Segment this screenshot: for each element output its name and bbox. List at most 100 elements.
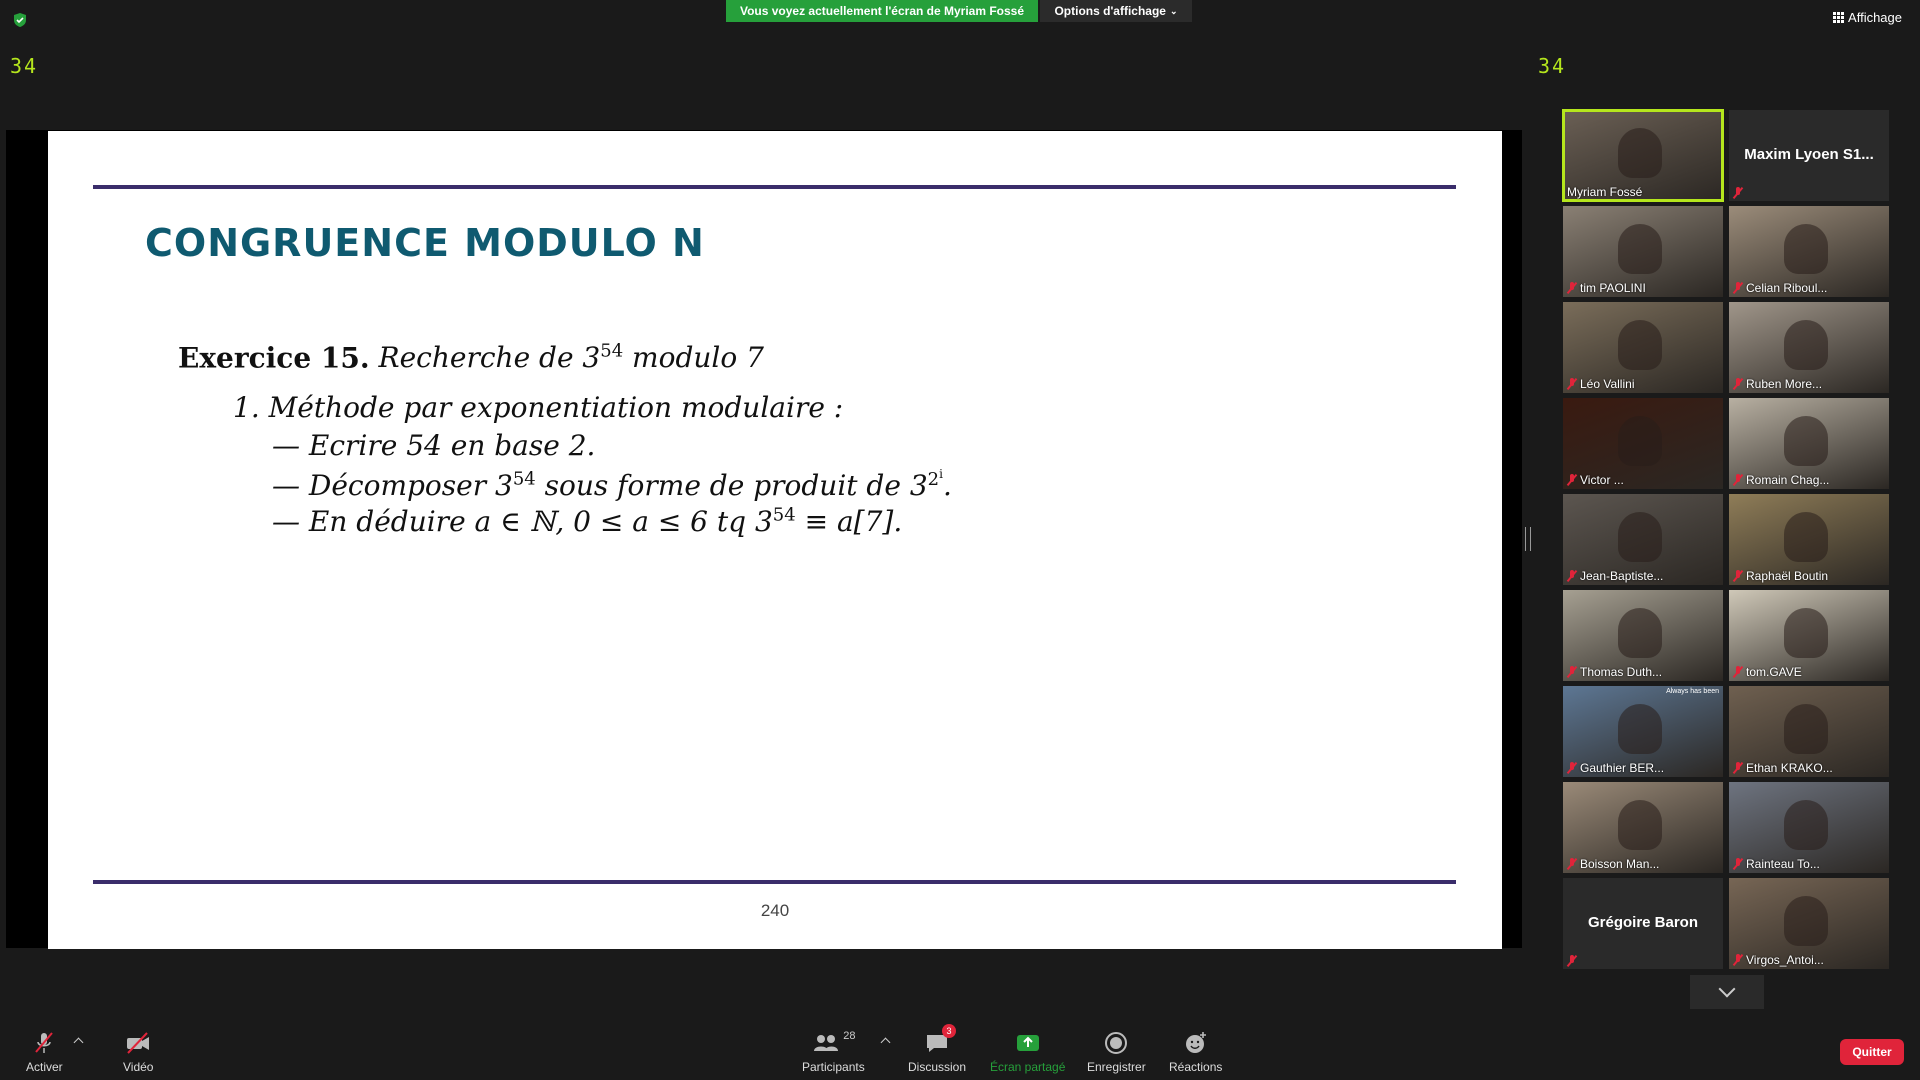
participant-tile[interactable]: Thomas Duth...: [1563, 590, 1723, 681]
panel-resize-handle[interactable]: [1525, 527, 1531, 551]
participant-name: Gauthier BER...: [1567, 761, 1664, 775]
mic-muted-icon: [1733, 378, 1743, 390]
participants-label: Participants: [802, 1060, 865, 1074]
audio-options-caret[interactable]: [73, 1037, 84, 1048]
grid-icon: [1833, 12, 1845, 23]
participant-video-feed: [1784, 224, 1828, 274]
participant-video-feed: [1784, 512, 1828, 562]
emoji-add-icon: [1185, 1032, 1206, 1053]
mic-muted-icon: [1733, 762, 1743, 774]
security-shield-icon[interactable]: [12, 12, 28, 28]
view-options-dropdown[interactable]: Options d'affichage ⌄: [1040, 0, 1192, 22]
record-label: Enregistrer: [1087, 1060, 1146, 1074]
microphone-muted-icon: [35, 1032, 54, 1053]
participant-tile[interactable]: Rainteau To...: [1729, 782, 1889, 873]
participant-name: Ruben More...: [1733, 377, 1822, 391]
participant-tile[interactable]: tom.GAVE: [1729, 590, 1889, 681]
method-item: 1. Méthode par exponentiation modulaire …: [233, 391, 844, 424]
mic-muted-icon: [1567, 666, 1577, 678]
unmute-button[interactable]: Activer: [26, 1030, 63, 1074]
participant-tile[interactable]: Grégoire Baron: [1563, 878, 1723, 969]
counter-right: 34: [1538, 54, 1567, 78]
exercise-exponent: 54: [600, 341, 624, 362]
participant-name: Jean-Baptiste...: [1567, 569, 1663, 583]
video-overlay-text: Always has been: [1666, 688, 1719, 695]
participant-video-feed: [1784, 800, 1828, 850]
screen-share-banner: Vous voyez actuellement l'écran de Myria…: [726, 0, 1038, 22]
participant-name: [1733, 187, 1743, 199]
participant-name: Myriam Fossé: [1567, 185, 1643, 199]
gallery-scroll-down-button[interactable]: [1690, 975, 1764, 1009]
participant-tile[interactable]: Ruben More...: [1729, 302, 1889, 393]
camera-off-icon: [127, 1032, 150, 1054]
participant-name: Romain Chag...: [1733, 473, 1829, 487]
chat-button[interactable]: 3 Discussion: [908, 1024, 966, 1074]
participant-tile[interactable]: tim PAOLINI: [1563, 206, 1723, 297]
participant-video-feed: [1784, 704, 1828, 754]
participant-video-feed: [1784, 608, 1828, 658]
participant-name: Virgos_Antoi...: [1733, 953, 1824, 967]
mic-muted-icon: [1733, 187, 1743, 199]
mic-muted-icon: [1567, 570, 1577, 582]
leave-meeting-button[interactable]: Quitter: [1840, 1039, 1904, 1065]
video-label: Vidéo: [123, 1060, 154, 1074]
bullet-base2: — Ecrire 54 en base 2.: [272, 429, 596, 462]
participant-tile[interactable]: Maxim Lyoen S1...: [1729, 110, 1889, 201]
participant-video-feed: [1784, 896, 1828, 946]
participant-name: Victor ...: [1567, 473, 1624, 487]
share-screen-button[interactable]: Écran partagé: [990, 1030, 1065, 1074]
chat-unread-badge: 3: [942, 1024, 957, 1038]
participant-tile[interactable]: Celian Riboul...: [1729, 206, 1889, 297]
unmute-label: Activer: [26, 1060, 63, 1074]
reactions-label: Réactions: [1169, 1060, 1223, 1074]
share-screen-label: Écran partagé: [990, 1060, 1066, 1074]
participants-options-caret[interactable]: [880, 1037, 891, 1048]
mic-muted-icon: [1733, 954, 1743, 966]
view-toggle-label: Affichage: [1848, 10, 1902, 25]
participant-video-feed: [1618, 512, 1662, 562]
participant-tile[interactable]: Léo Vallini: [1563, 302, 1723, 393]
counter-left: 34: [10, 54, 39, 78]
participant-name: Thomas Duth...: [1567, 665, 1662, 679]
participant-tile[interactable]: Always has been Gauthier BER...: [1563, 686, 1723, 777]
view-toggle-button[interactable]: Affichage: [1833, 10, 1902, 25]
video-button[interactable]: Vidéo: [123, 1030, 153, 1074]
mic-muted-icon: [1567, 282, 1577, 294]
participant-tile[interactable]: Romain Chag...: [1729, 398, 1889, 489]
meeting-toolbar: Activer Vidéo 28 Participants 3 Discussi…: [0, 1016, 1920, 1080]
participant-tile[interactable]: Virgos_Antoi...: [1729, 878, 1889, 969]
participant-name-placeholder: Grégoire Baron: [1587, 914, 1699, 931]
participant-video-feed: [1618, 800, 1662, 850]
participant-tile[interactable]: Myriam Fossé: [1562, 109, 1724, 202]
participant-tile[interactable]: Boisson Man...: [1563, 782, 1723, 873]
participant-tile[interactable]: Ethan KRAKO...: [1729, 686, 1889, 777]
participant-tile[interactable]: Victor ...: [1563, 398, 1723, 489]
mic-muted-icon: [1567, 474, 1577, 486]
mic-muted-icon: [1567, 762, 1577, 774]
participants-count: 28: [843, 1030, 856, 1042]
participant-name: Ethan KRAKO...: [1733, 761, 1833, 775]
participant-tile[interactable]: Raphaël Boutin: [1729, 494, 1889, 585]
chat-icon: 3: [924, 1024, 957, 1056]
participant-name: tim PAOLINI: [1567, 281, 1646, 295]
bullet-decompose: — Décomposer 354 sous forme de produit d…: [272, 467, 952, 503]
presentation-slide: CONGRUENCE MODULO N Exercice 15. Recherc…: [48, 131, 1502, 949]
exercise-tail: modulo 7: [623, 341, 764, 375]
participant-name: Celian Riboul...: [1733, 281, 1827, 295]
mic-muted-icon: [1733, 858, 1743, 870]
participant-tile[interactable]: Jean-Baptiste...: [1563, 494, 1723, 585]
participants-button[interactable]: 28 Participants: [802, 1030, 865, 1074]
participant-name: Léo Vallini: [1567, 377, 1634, 391]
exercise-text: Recherche de 3: [378, 341, 601, 375]
reactions-button[interactable]: Réactions: [1169, 1030, 1222, 1074]
record-button[interactable]: Enregistrer: [1087, 1030, 1146, 1074]
mic-muted-icon: [1567, 955, 1577, 967]
bullet-deduce: — En déduire a ∈ ℕ, 0 ≤ a ≤ 6 tq 354 ≡ a…: [272, 505, 903, 539]
view-options-label: Options d'affichage: [1054, 4, 1166, 18]
participant-name-placeholder: Maxim Lyoen S1...: [1744, 146, 1874, 163]
participant-name: [1567, 955, 1577, 967]
participants-icon: [814, 1035, 839, 1051]
slide-page-number: 240: [760, 901, 790, 920]
participant-video-feed: [1618, 416, 1662, 466]
mic-muted-icon: [1733, 570, 1743, 582]
